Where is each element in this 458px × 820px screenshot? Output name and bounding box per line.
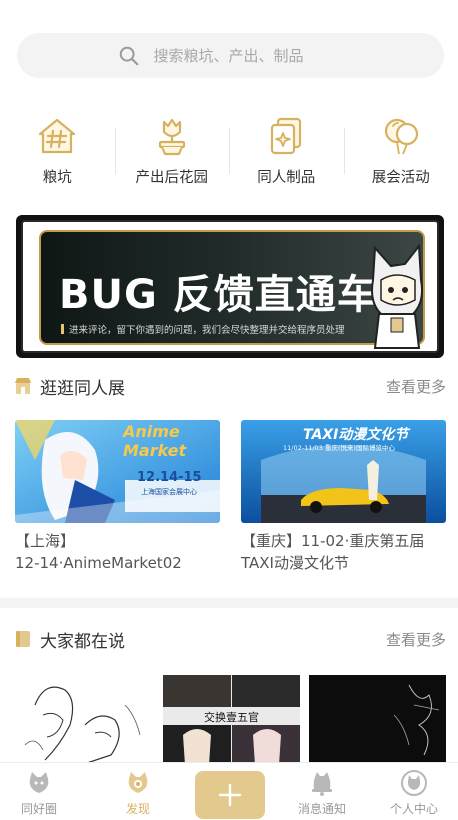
expo-poster: Anime Market 12.14-15 上海国家会展中心 [15,420,220,523]
section-title: 大家都在说 [40,631,125,652]
shop-icon [15,378,31,394]
create-post-button[interactable] [195,771,265,819]
hash-house-icon [39,118,76,154]
tab-notifications[interactable]: 消息通知 [292,769,352,817]
cat-circle-icon [29,772,49,793]
category-label: 同人制品 [257,170,316,186]
tab-label: 个人中心 [389,802,438,816]
tab-circle[interactable]: 同好圈 [9,769,69,817]
tab-label: 同好圈 [20,802,57,816]
banner-title: BUG 反馈直通车 [59,272,378,318]
poster-title: Anime Market [123,422,187,460]
cards-icon [271,117,302,155]
expo-city: 【上海】 [15,532,76,550]
tab-profile[interactable]: 个人中心 [384,769,444,817]
profile-cat-icon [401,770,427,796]
banner-subtitle: 进来评论，留下你遇到的问题，我们会尽快整理并交给程序员处理 [61,322,345,336]
tab-discover[interactable]: 发现 [108,769,168,817]
expo-caption: 【上海】 12-14·AnimeMarket02 [15,530,220,574]
post-thumbnail[interactable]: 交换壹五官 [163,675,300,765]
poster-venue: 上海国家会展中心 [141,488,197,496]
expo-card-taxi[interactable]: TAXI动漫文化节 11/02-11/03 重庆(悦来)国际博览中心 【重庆】1… [241,420,446,574]
category-garden[interactable]: 产出后花园 [114,114,230,192]
section-header-expo: 逛逛同人展 查看更多 [0,372,458,400]
search-input[interactable] [153,46,344,65]
see-more-link-expo[interactable]: 查看更多 [386,376,446,397]
poster-date: 11/02-11/03 重庆(悦来)国际博览中心 [283,444,395,452]
tab-label: 消息通知 [297,802,346,816]
expo-card-anime-market[interactable]: Anime Market 12.14-15 上海国家会展中心 【上海】 12-1… [15,420,220,574]
category-events[interactable]: 展会活动 [343,114,458,192]
cat-mascot-illustration [371,243,423,349]
post-thumbnail[interactable] [309,675,446,765]
bottom-tab-bar: 同好圈 发现 消息通知 个人中心 [0,762,458,820]
category-label: 粮坑 [42,170,72,186]
bug-feedback-banner[interactable]: BUG 反馈直通车 进来评论，留下你遇到的问题，我们会尽快整理并交给程序员处理 [16,215,444,358]
flower-pot-icon [158,118,185,156]
book-icon [16,631,30,647]
category-row: 粮坑 产出后花园 同人制品 展会活动 [0,114,458,192]
tab-label: 发现 [125,802,150,816]
plus-icon [218,783,242,807]
poster-date: 12.14-15 [137,470,202,485]
expo-poster: TAXI动漫文化节 11/02-11/03 重庆(悦来)国际博览中心 [241,420,446,523]
section-header-talk: 大家都在说 查看更多 [0,625,458,653]
search-bar[interactable] [17,33,444,78]
balloons-icon [384,118,418,155]
post-thumbnails: 交换壹五官 [0,675,458,765]
category-merch[interactable]: 同人制品 [229,114,344,192]
category-liangkeng[interactable]: 粮坑 [0,114,115,192]
category-label: 展会活动 [371,170,430,186]
section-title: 逛逛同人展 [40,378,125,399]
thumbnail-caption: 交换壹五官 [204,711,259,724]
bell-cat-icon [312,772,332,796]
expo-name: TAXI动漫文化节 [241,554,349,572]
cat-discover-icon [128,772,148,793]
post-thumbnail[interactable] [15,675,152,765]
see-more-link-talk[interactable]: 查看更多 [386,629,446,650]
section-divider [0,598,458,608]
poster-title: TAXI动漫文化节 [303,427,409,443]
expo-caption: 【重庆】11-02·重庆第五届 TAXI动漫文化节 [241,530,446,574]
expo-city: 【重庆】11-02·重庆第五届 [241,532,425,550]
expo-name: 12-14·AnimeMarket02 [15,554,182,572]
search-icon [119,46,138,65]
category-label: 产出后花园 [135,170,209,186]
